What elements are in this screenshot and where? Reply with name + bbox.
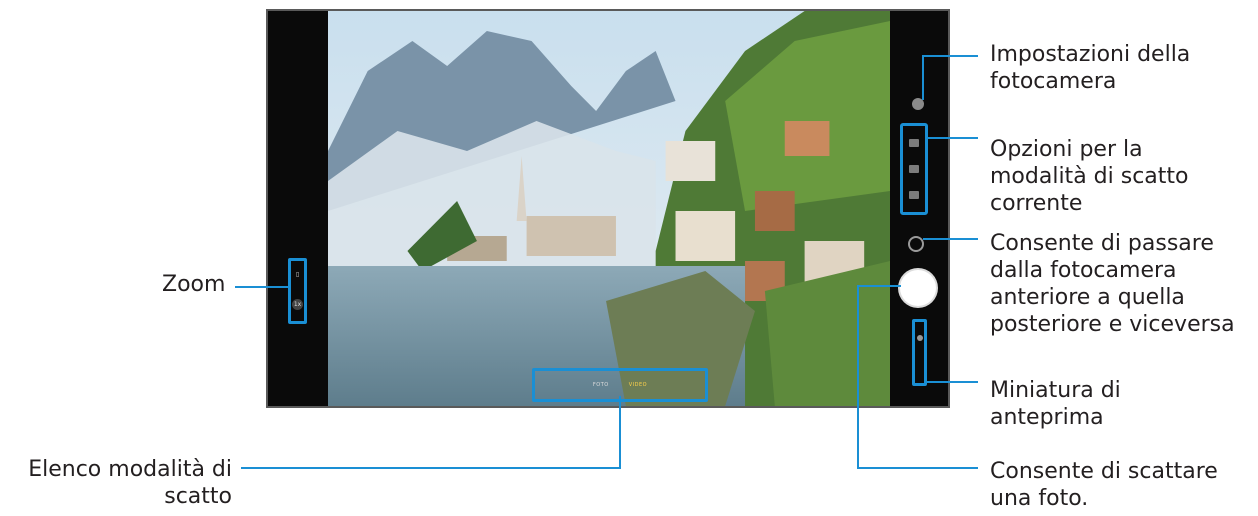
callout-line-zoom <box>235 286 288 288</box>
zoom-control[interactable]: ▯ 1x <box>288 258 307 324</box>
option-icon[interactable] <box>909 191 919 199</box>
thumbnail-icon <box>917 335 923 341</box>
camera-screen: ▯ 1x FOTO VIDEO <box>266 9 950 408</box>
callout-line-shutter <box>857 285 901 287</box>
callout-line-shutter <box>857 285 859 469</box>
label-preview-thumbnail: Miniatura di anteprima <box>990 378 1121 430</box>
zoom-option-1x[interactable]: 1x <box>292 299 303 311</box>
callout-line-mode-list <box>619 396 621 469</box>
label-zoom: Zoom <box>162 272 226 297</box>
mode-video[interactable]: VIDEO <box>629 382 647 388</box>
shutter-button[interactable] <box>900 270 936 306</box>
mode-photo[interactable]: FOTO <box>593 382 609 388</box>
label-options: Opzioni per la modalità di scatto corren… <box>990 137 1189 216</box>
option-icon[interactable] <box>909 139 919 147</box>
callout-line-settings <box>922 55 978 57</box>
callout-line-switch <box>923 238 978 240</box>
preview-thumbnail[interactable] <box>912 319 927 386</box>
landscape-preview <box>328 11 890 406</box>
label-mode-list: Elenco modalità di scatto <box>28 457 232 509</box>
callout-line-options <box>926 137 978 139</box>
shooting-options[interactable] <box>900 123 928 215</box>
zoom-option-wide[interactable]: ▯ <box>296 271 299 278</box>
switch-camera-button[interactable] <box>908 236 924 252</box>
option-icon[interactable] <box>909 165 919 173</box>
callout-line-thumbnail <box>927 381 978 383</box>
callout-line-shutter <box>857 467 978 469</box>
label-switch-camera: Consente di passare dalla fotocamera ant… <box>990 231 1235 337</box>
left-bar <box>268 11 328 406</box>
callout-line-mode-list <box>241 467 621 469</box>
label-take-photo: Consente di scattare una foto. <box>990 459 1218 511</box>
callout-line-settings <box>922 55 924 100</box>
label-settings: Impostazioni della fotocamera <box>990 42 1191 94</box>
viewfinder[interactable] <box>328 11 890 406</box>
